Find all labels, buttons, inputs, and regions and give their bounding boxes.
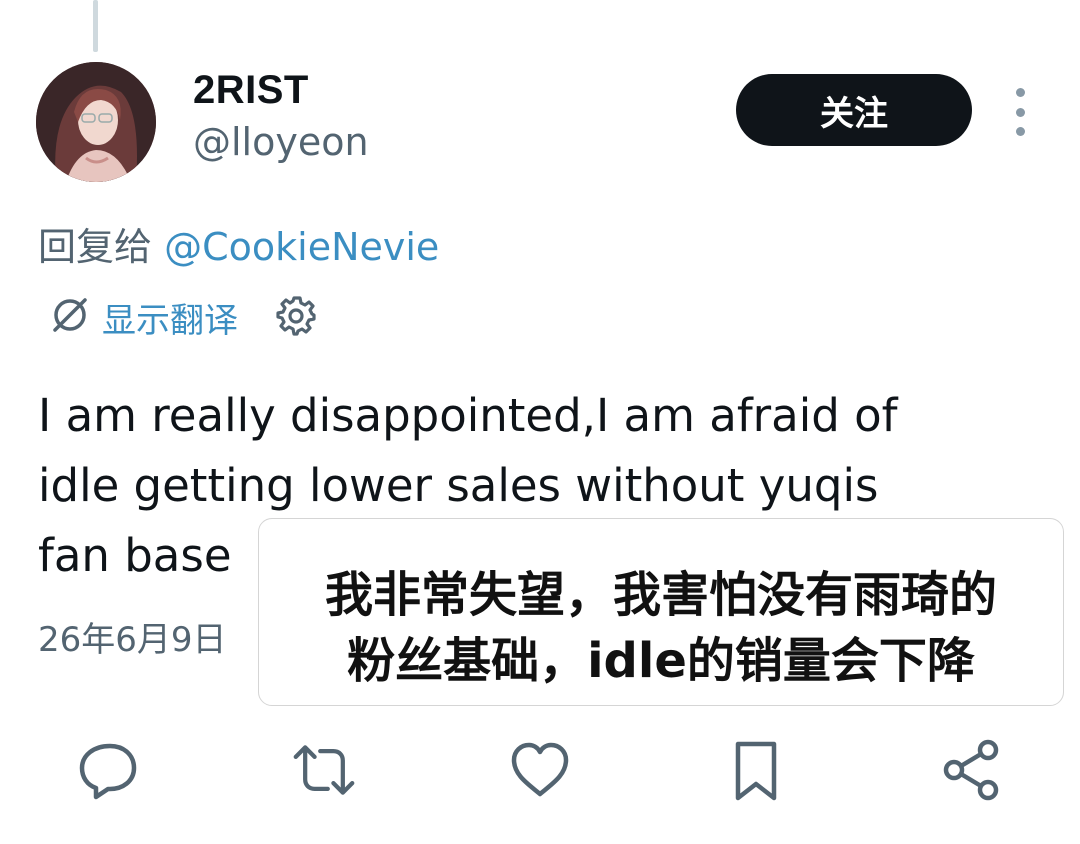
caption-line-2: 粉丝基础，idle的销量会下降 — [347, 633, 975, 689]
reply-to-prefix: 回复给 — [38, 225, 165, 269]
user-handle[interactable]: @lloyeon — [193, 120, 369, 164]
share-icon[interactable] — [940, 738, 1004, 802]
translate-icon[interactable] — [50, 295, 90, 339]
more-options-icon[interactable] — [1004, 88, 1036, 136]
thread-connector-line — [93, 0, 98, 52]
avatar[interactable] — [36, 62, 156, 182]
caption-line-1: 我非常失望，我害怕没有雨琦的 — [324, 567, 997, 623]
translation-caption-overlay: 我非常失望，我害怕没有雨琦的 粉丝基础，idle的销量会下降 — [258, 518, 1064, 706]
reply-mention-link[interactable]: @CookieNevie — [164, 225, 439, 269]
tweet-timestamp[interactable]: 26年6月9日 — [38, 612, 227, 661]
reply-to-line: 回复给 @CookieNevie — [38, 216, 439, 271]
avatar-image — [36, 62, 156, 182]
display-name[interactable]: 2RIST — [193, 68, 309, 113]
show-translation-link[interactable]: 显示翻译 — [102, 293, 238, 342]
follow-button[interactable]: 关注 — [736, 74, 972, 146]
retweet-icon[interactable] — [292, 738, 356, 802]
gear-icon[interactable] — [276, 294, 318, 340]
heart-icon[interactable] — [508, 738, 572, 802]
translate-row: 显示翻译 — [50, 292, 318, 342]
bookmark-icon[interactable] — [724, 738, 788, 802]
reply-icon[interactable] — [76, 738, 140, 802]
